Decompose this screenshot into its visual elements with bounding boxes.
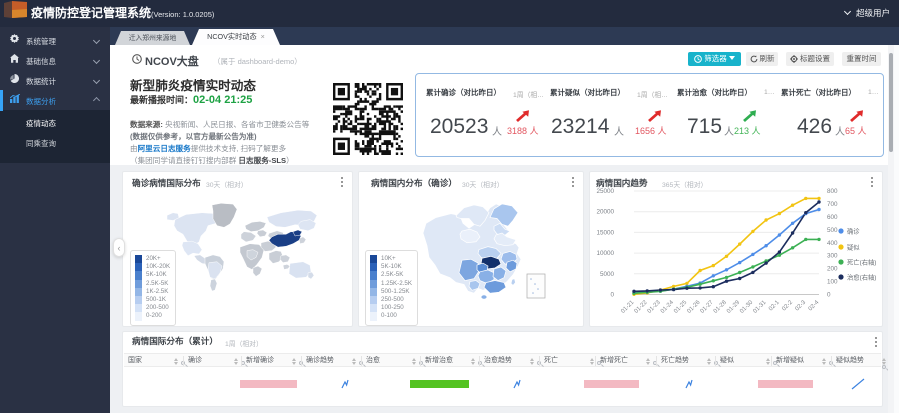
svg-text:700: 700 [827,201,838,208]
svg-text:600: 600 [827,214,838,221]
svg-text:治愈(右轴): 治愈(右轴) [847,273,876,282]
svg-text:200: 200 [827,266,838,273]
svg-text:死亡(右轴): 死亡(右轴) [847,258,876,267]
svg-text:25000: 25000 [596,188,614,195]
svg-text:01-26: 01-26 [686,299,702,315]
svg-text:确诊: 确诊 [847,227,860,236]
svg-text:20000: 20000 [596,209,614,216]
svg-text:01-28: 01-28 [713,299,729,315]
svg-text:01-31: 01-31 [752,299,768,315]
svg-text:0: 0 [827,292,831,299]
svg-text:01-23: 01-23 [647,299,663,315]
svg-text:01-22: 01-22 [634,299,650,315]
svg-text:疑似: 疑似 [847,243,860,252]
svg-text:15000: 15000 [596,229,614,236]
svg-text:01-24: 01-24 [660,299,676,315]
svg-text:02-4: 02-4 [808,299,821,312]
svg-text:01-21: 01-21 [620,299,636,315]
svg-text:10000: 10000 [596,250,614,257]
svg-text:02-2: 02-2 [781,299,794,312]
svg-text:01-25: 01-25 [673,299,689,315]
svg-text:5000: 5000 [600,271,615,278]
svg-text:01-29: 01-29 [726,299,742,315]
svg-text:300: 300 [827,253,838,260]
svg-text:400: 400 [827,240,838,247]
svg-text:02-1: 02-1 [768,299,781,312]
svg-text:100: 100 [827,279,838,286]
svg-text:02-3: 02-3 [794,299,807,312]
svg-text:800: 800 [827,188,838,195]
svg-text:01-30: 01-30 [739,299,755,315]
svg-text:01-27: 01-27 [700,299,716,315]
svg-text:0: 0 [610,292,614,299]
svg-text:500: 500 [827,227,838,234]
